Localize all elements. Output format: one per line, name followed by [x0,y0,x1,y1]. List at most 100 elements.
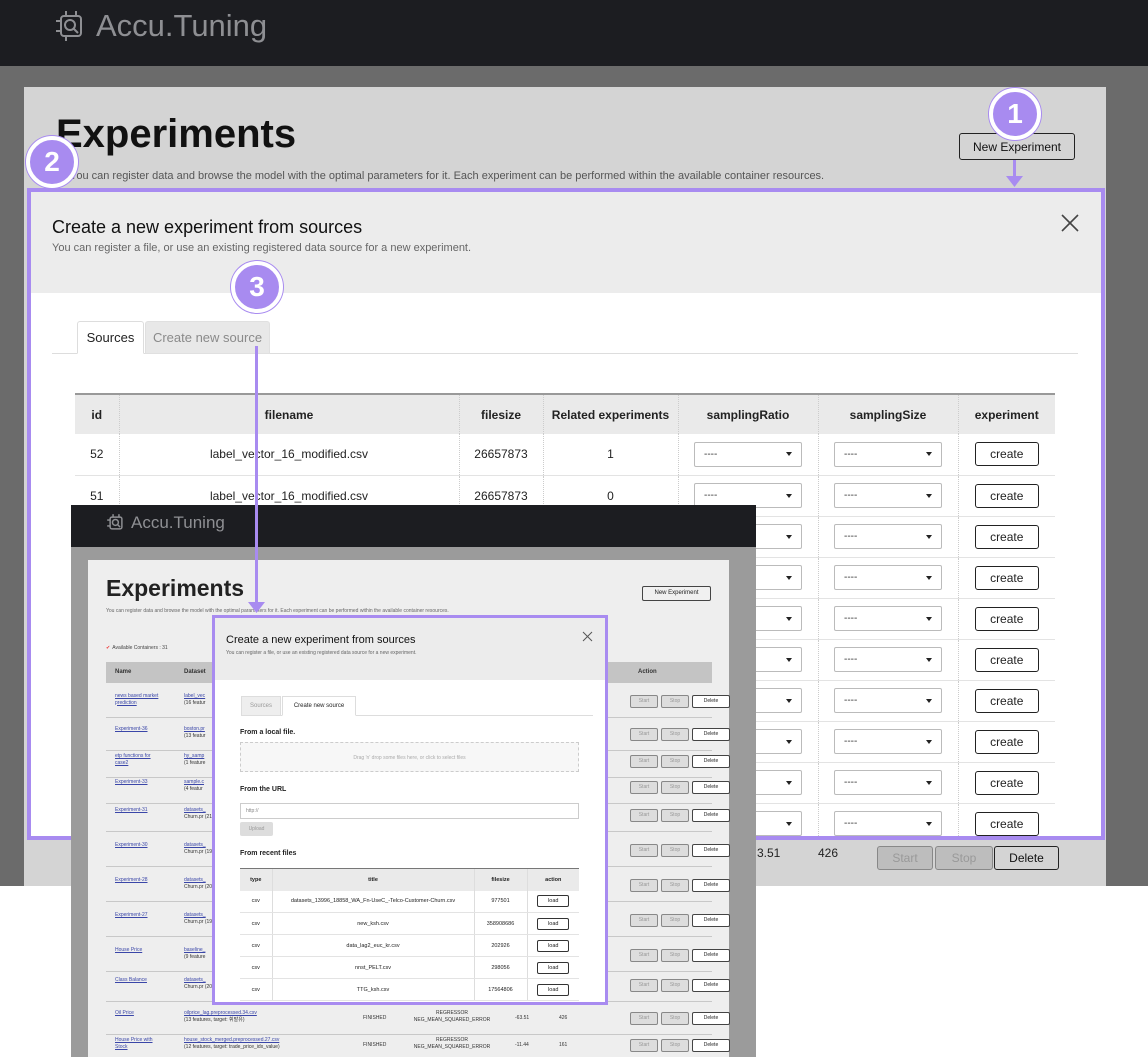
load-button[interactable]: load [537,895,570,908]
start-button[interactable]: Start [630,728,658,741]
start-button[interactable]: Start [630,914,658,927]
delete-button[interactable]: Delete [692,844,730,857]
create-button[interactable]: create [974,483,1039,508]
create-button[interactable]: create [974,688,1039,713]
sampling-size-select[interactable]: ---- [834,729,942,754]
delete-button[interactable]: Delete [692,979,730,992]
load-button[interactable]: load [537,961,570,974]
close-icon[interactable] [1059,212,1081,234]
delete-button[interactable]: Delete [692,809,730,822]
start-button[interactable]: Start [630,979,658,992]
dataset-link[interactable]: datasets_ [184,912,206,918]
load-button[interactable]: load [537,917,570,930]
stop-button[interactable]: Stop [661,949,689,962]
sampling-size-select[interactable]: ---- [834,770,942,795]
delete-button[interactable]: Delete [692,695,730,708]
stop-button[interactable]: Stop [661,844,689,857]
dataset-link[interactable]: house_stock_merged.preprocessed.27.csv [184,1037,279,1043]
delete-button[interactable]: Delete [692,879,730,892]
experiment-name-link[interactable]: Experiment-31 [115,807,160,814]
start-button[interactable]: Start [630,781,658,794]
experiment-name-link[interactable]: Experiment-28 [115,877,160,884]
load-button[interactable]: load [537,939,570,952]
sampling-size-select[interactable]: ---- [834,565,942,590]
dataset-link[interactable]: baseline_ [184,947,205,953]
start-button[interactable]: Start [630,809,658,822]
sampling-size-select[interactable]: ---- [834,441,942,467]
sampling-size-select[interactable]: ---- [834,688,942,713]
start-button[interactable]: Start [630,949,658,962]
stop-button[interactable]: Stop [661,755,689,768]
sampling-size-select[interactable]: ---- [834,811,942,836]
sampling-ratio-select[interactable]: ---- [694,441,802,467]
upload-button[interactable]: Upload [240,822,273,836]
stop-button[interactable]: Stop [661,781,689,794]
start-button[interactable]: Start [630,755,658,768]
experiment-name-link[interactable]: Experiment-33 [115,779,160,786]
delete-button[interactable]: Delete [994,846,1059,870]
dataset-link[interactable]: hy_samp [184,753,204,759]
delete-button[interactable]: Delete [692,1012,730,1025]
delete-button[interactable]: Delete [692,949,730,962]
experiment-name-link[interactable]: Class Balance [115,977,160,984]
create-button[interactable]: create [974,729,1039,754]
stop-button[interactable]: Stop [661,979,689,992]
stop-button[interactable]: Stop [661,695,689,708]
create-button[interactable]: create [974,524,1039,549]
dataset-link[interactable]: sample.c [184,779,204,785]
stop-button[interactable]: Stop [661,914,689,927]
experiment-name-link[interactable]: Experiment-36 [115,726,160,733]
dataset-link[interactable]: datasets_ [184,842,206,848]
create-button[interactable]: create [974,811,1039,836]
experiment-name-link[interactable]: etp functions for case2 [115,753,160,766]
dataset-link[interactable]: datasets_ [184,807,206,813]
sampling-size-select[interactable]: ---- [834,524,942,549]
file-dropzone[interactable]: Drag 'n' drop some files here, or click … [240,742,579,772]
start-button[interactable]: Start [630,1039,658,1052]
sampling-size-select[interactable]: ---- [834,606,942,631]
create-button[interactable]: create [974,606,1039,631]
stop-button[interactable]: Stop [935,846,993,870]
experiment-name-link[interactable]: House Price with Stock [115,1037,160,1050]
delete-button[interactable]: Delete [692,755,730,768]
inset-tab-create-new-source[interactable]: Create new source [282,696,356,716]
dataset-link[interactable]: datasets_ [184,977,206,983]
stop-button[interactable]: Stop [661,1012,689,1025]
create-button[interactable]: create [974,442,1039,467]
tab-create-new-source[interactable]: Create new source [145,321,270,354]
delete-button[interactable]: Delete [692,781,730,794]
inset-new-experiment-button[interactable]: New Experiment [642,586,711,601]
stop-button[interactable]: Stop [661,728,689,741]
delete-button[interactable]: Delete [692,914,730,927]
sampling-size-select[interactable]: ---- [834,483,942,508]
create-button[interactable]: create [974,565,1039,590]
app-logo[interactable]: Accu.Tuning [54,8,267,44]
start-button[interactable]: Start [630,844,658,857]
dataset-link[interactable]: oilprice_lag.preprocessed.34.csv [184,1010,257,1016]
delete-button[interactable]: Delete [692,728,730,741]
start-button[interactable]: Start [630,879,658,892]
sampling-size-select[interactable]: ---- [834,647,942,672]
delete-button[interactable]: Delete [692,1039,730,1052]
experiment-name-link[interactable]: Experiment-27 [115,912,160,919]
experiment-name-link[interactable]: Oil Price [115,1010,160,1017]
experiment-name-link[interactable]: Experiment-30 [115,842,160,849]
start-button[interactable]: Start [630,695,658,708]
experiment-name-link[interactable]: news based market prediction [115,693,160,706]
dataset-link[interactable]: label_vec [184,693,205,699]
start-button[interactable]: Start [877,846,933,870]
stop-button[interactable]: Stop [661,1039,689,1052]
load-button[interactable]: load [537,983,570,996]
close-icon[interactable] [582,631,593,642]
dataset-link[interactable]: datasets_ [184,877,206,883]
dataset-link[interactable]: boston.pr [184,726,205,732]
experiment-name-link[interactable]: House Price [115,947,160,954]
url-input[interactable]: http:// [240,803,579,819]
tab-sources[interactable]: Sources [77,321,144,354]
start-button[interactable]: Start [630,1012,658,1025]
create-button[interactable]: create [974,770,1039,795]
stop-button[interactable]: Stop [661,809,689,822]
inset-tab-sources[interactable]: Sources [241,696,281,716]
create-button[interactable]: create [974,647,1039,672]
stop-button[interactable]: Stop [661,879,689,892]
